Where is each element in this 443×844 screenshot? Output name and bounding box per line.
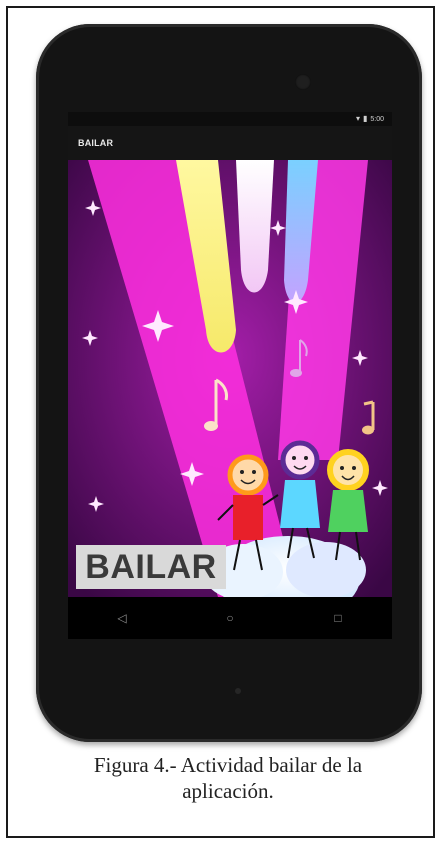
phone-screen: ▾ ▮ 5:00 BAILAR BAILAR ◁ ○ □ xyxy=(68,112,392,639)
caption-line-2: aplicación. xyxy=(182,779,274,803)
back-icon[interactable]: ◁ xyxy=(102,611,142,625)
bailar-label: BAILAR xyxy=(76,545,226,589)
home-icon[interactable]: ○ xyxy=(210,611,250,625)
recents-icon[interactable]: □ xyxy=(318,611,358,625)
wifi-icon: ▾ xyxy=(355,114,360,123)
dance-scene xyxy=(68,160,392,597)
hardware-home-indicator xyxy=(235,688,241,694)
figure-caption: Figura 4.- Actividad bailar de la aplica… xyxy=(28,752,428,804)
status-time: 5:00 xyxy=(370,115,384,123)
dance-illustration[interactable]: BAILAR xyxy=(68,160,392,597)
caption-line-1: Figura 4.- Actividad bailar de la xyxy=(93,753,363,777)
status-bar: ▾ ▮ 5:00 xyxy=(68,112,392,126)
navigation-bar: ◁ ○ □ xyxy=(68,597,392,639)
app-title: BAILAR xyxy=(78,138,114,148)
cloud xyxy=(286,542,366,597)
earpiece-speaker xyxy=(295,74,311,90)
action-bar: BAILAR xyxy=(68,126,392,160)
battery-icon: ▮ xyxy=(362,114,368,123)
figure-frame: ▾ ▮ 5:00 BAILAR BAILAR ◁ ○ □ Figura 4.- … xyxy=(6,6,435,838)
